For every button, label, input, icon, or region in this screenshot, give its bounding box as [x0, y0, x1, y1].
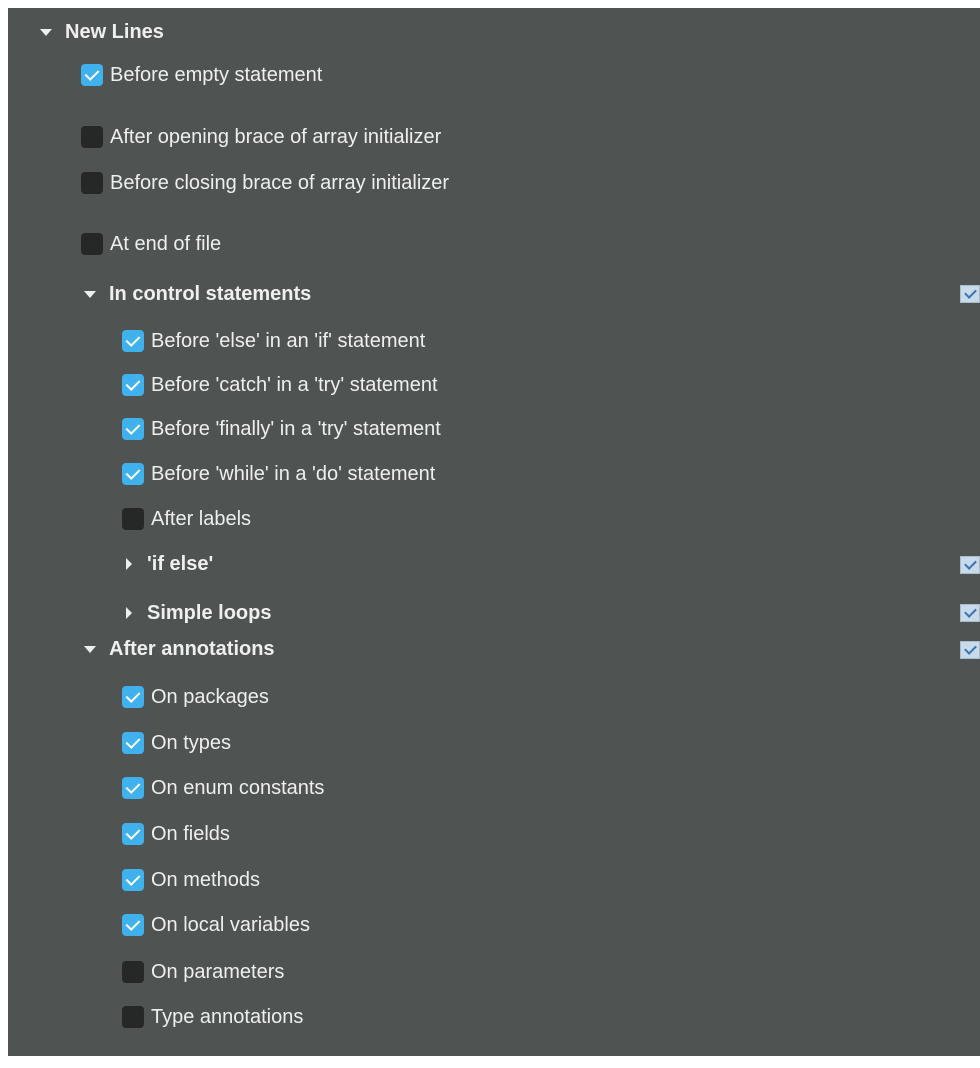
caret-right-icon[interactable] — [126, 607, 132, 619]
option-label: At end of file — [110, 233, 222, 255]
option-before-while[interactable]: Before 'while' in a 'do' statement — [122, 459, 435, 489]
option-on-enum-constants[interactable]: On enum constants — [122, 773, 324, 803]
subsection-simple-loops[interactable]: Simple loops — [122, 598, 271, 628]
new-lines-panel: New Lines Before empty statement After o… — [8, 8, 980, 1056]
checkbox-checked[interactable] — [122, 418, 144, 440]
option-on-packages[interactable]: On packages — [122, 682, 269, 712]
option-label: On parameters — [151, 961, 285, 983]
checkbox-unchecked[interactable] — [122, 961, 144, 983]
option-label: On local variables — [151, 914, 310, 936]
group-checkbox-icon[interactable] — [960, 285, 980, 303]
option-label: On methods — [151, 869, 260, 891]
checkbox-checked[interactable] — [122, 330, 144, 352]
checkbox-checked[interactable] — [122, 463, 144, 485]
option-label: After labels — [151, 508, 252, 530]
option-label: Before 'catch' in a 'try' statement — [151, 374, 438, 396]
section-title: In control statements — [109, 283, 312, 305]
option-after-labels[interactable]: After labels — [122, 504, 251, 534]
option-on-local-variables[interactable]: On local variables — [122, 910, 310, 940]
option-label: On enum constants — [151, 777, 325, 799]
checkbox-unchecked[interactable] — [122, 1006, 144, 1028]
section-title: 'if else' — [147, 553, 214, 575]
checkbox-checked[interactable] — [122, 732, 144, 754]
checkbox-checked[interactable] — [122, 374, 144, 396]
option-label: On packages — [151, 686, 269, 708]
section-title: New Lines — [65, 21, 164, 43]
option-on-types[interactable]: On types — [122, 728, 231, 758]
section-title: After annotations — [109, 638, 275, 660]
section-title: Simple loops — [147, 602, 272, 624]
checkbox-checked[interactable] — [122, 914, 144, 936]
checkbox-checked[interactable] — [122, 777, 144, 799]
section-new-lines[interactable]: New Lines — [40, 17, 164, 47]
option-after-opening-brace[interactable]: After opening brace of array initializer — [81, 122, 441, 152]
checkbox-checked[interactable] — [122, 823, 144, 845]
option-label: Before 'while' in a 'do' statement — [151, 463, 436, 485]
option-before-empty-statement[interactable]: Before empty statement — [81, 60, 322, 90]
checkbox-unchecked[interactable] — [122, 508, 144, 530]
option-before-closing-brace[interactable]: Before closing brace of array initialize… — [81, 168, 449, 198]
option-label: Before closing brace of array initialize… — [110, 172, 450, 194]
option-type-annotations[interactable]: Type annotations — [122, 1002, 303, 1032]
option-label: Type annotations — [151, 1006, 304, 1028]
checkbox-unchecked[interactable] — [81, 233, 103, 255]
section-after-annotations[interactable]: After annotations — [84, 634, 275, 664]
subsection-if-else[interactable]: 'if else' — [122, 549, 213, 579]
checkbox-checked[interactable] — [81, 64, 103, 86]
option-label: Before 'else' in an 'if' statement — [151, 330, 426, 352]
caret-down-icon[interactable] — [84, 290, 96, 298]
option-label: On fields — [151, 823, 230, 845]
option-on-methods[interactable]: On methods — [122, 865, 260, 895]
caret-down-icon[interactable] — [40, 28, 52, 36]
checkbox-checked[interactable] — [122, 869, 144, 891]
group-checkbox-icon[interactable] — [960, 556, 980, 574]
option-before-catch[interactable]: Before 'catch' in a 'try' statement — [122, 370, 438, 400]
group-checkbox-icon[interactable] — [960, 641, 980, 659]
checkbox-unchecked[interactable] — [81, 126, 103, 148]
section-control-statements[interactable]: In control statements — [84, 279, 311, 309]
option-before-finally[interactable]: Before 'finally' in a 'try' statement — [122, 414, 441, 444]
option-at-end-of-file[interactable]: At end of file — [81, 229, 221, 259]
option-label: On types — [151, 732, 232, 754]
option-on-parameters[interactable]: On parameters — [122, 957, 284, 987]
checkbox-unchecked[interactable] — [81, 172, 103, 194]
group-checkbox-icon[interactable] — [960, 604, 980, 622]
checkbox-checked[interactable] — [122, 686, 144, 708]
caret-down-icon[interactable] — [84, 645, 96, 653]
option-before-else[interactable]: Before 'else' in an 'if' statement — [122, 326, 425, 356]
option-on-fields[interactable]: On fields — [122, 819, 230, 849]
caret-right-icon[interactable] — [126, 558, 132, 570]
option-label: Before empty statement — [110, 64, 323, 86]
option-label: After opening brace of array initializer — [110, 126, 442, 148]
option-label: Before 'finally' in a 'try' statement — [151, 418, 441, 440]
